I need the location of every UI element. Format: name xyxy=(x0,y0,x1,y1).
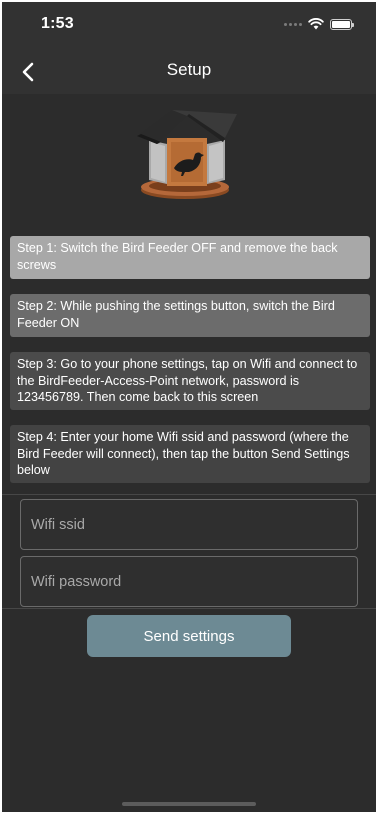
app-screen: 1:53 Setup Step 1: Switch the Bird Feede… xyxy=(2,2,376,812)
divider xyxy=(2,494,376,495)
step-1-card: Step 1: Switch the Bird Feeder OFF and r… xyxy=(10,236,370,279)
cellular-dots-icon xyxy=(284,22,302,26)
step-2-card: Step 2: While pushing the settings butto… xyxy=(10,294,370,337)
bird-feeder-illustration xyxy=(137,110,237,199)
status-icons xyxy=(284,17,354,31)
status-bar: 1:53 xyxy=(2,2,376,50)
nav-bar: Setup xyxy=(2,50,376,94)
step-4-card: Step 4: Enter your home Wifi ssid and pa… xyxy=(10,425,370,483)
step-3-card: Step 3: Go to your phone settings, tap o… xyxy=(10,352,370,410)
wifi-icon xyxy=(308,18,324,30)
home-indicator[interactable] xyxy=(122,802,256,806)
divider xyxy=(2,608,376,609)
status-time: 1:53 xyxy=(41,15,74,32)
setup-content: Step 1: Switch the Bird Feeder OFF and r… xyxy=(2,94,376,812)
battery-icon xyxy=(330,18,354,30)
send-settings-button[interactable]: Send settings xyxy=(87,615,291,657)
wifi-password-input[interactable] xyxy=(20,556,358,607)
page-title: Setup xyxy=(166,60,212,79)
wifi-ssid-input[interactable] xyxy=(20,499,358,550)
